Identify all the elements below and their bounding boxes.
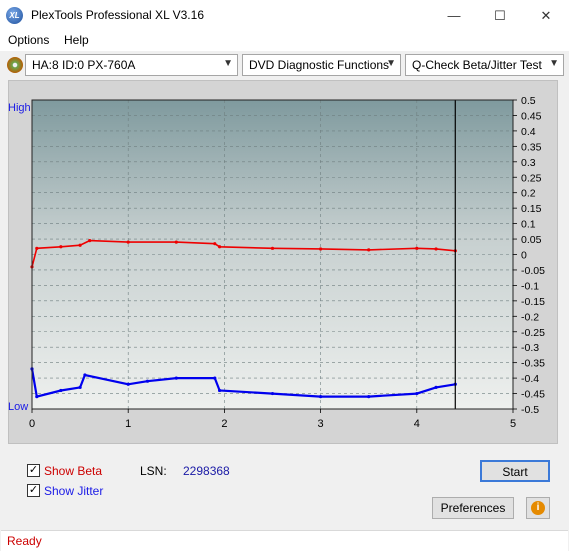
y-tick-label: -0.05	[521, 265, 545, 277]
series-point-1	[174, 376, 178, 380]
x-tick-label: 1	[125, 418, 131, 430]
y-tick-label: 0.15	[521, 203, 542, 215]
y-tick-label: 0.5	[521, 95, 536, 107]
series-point-0	[59, 245, 63, 249]
y-tick-label: -0.5	[521, 404, 539, 416]
y-tick-label: 0.25	[521, 172, 542, 184]
y-tick-label: -0.2	[521, 311, 539, 323]
y-tick-label: -0.35	[521, 358, 545, 370]
series-point-0	[319, 247, 323, 251]
y-tick-label: 0.2	[521, 188, 536, 200]
beta-jitter-chart: High Low 0.50.450.40.350.30.250.20.150.1…	[8, 95, 545, 430]
series-point-1	[59, 388, 63, 393]
chart-grid	[31, 99, 514, 410]
series-point-0	[213, 242, 217, 246]
y-tick-label: 0.4	[521, 126, 536, 138]
show-jitter-label[interactable]: Show Jitter	[44, 484, 103, 498]
show-jitter-checkbox[interactable]: ✓	[27, 484, 40, 497]
preferences-button[interactable]: Preferences	[432, 497, 514, 519]
series-point-0	[367, 248, 371, 252]
status-bar: Ready	[1, 530, 568, 551]
x-axis-ticks: 0 1 2 3 4 5	[29, 409, 516, 430]
series-point-0	[217, 245, 222, 249]
lsn-value: 2298368	[183, 464, 230, 478]
x-tick-label: 4	[414, 418, 420, 430]
y-tick-label: -0.4	[521, 373, 539, 385]
series-point-0	[126, 240, 130, 244]
series-point-1	[83, 373, 87, 377]
lsn-label: LSN:	[140, 464, 167, 478]
x-tick-label: 5	[510, 418, 516, 430]
series-point-1	[270, 391, 275, 396]
info-button[interactable]: i	[526, 497, 550, 519]
status-text: Ready	[7, 534, 42, 548]
series-point-0	[434, 247, 438, 251]
low-label: Low	[8, 401, 28, 413]
series-point-1	[367, 395, 371, 399]
series-point-0	[88, 238, 92, 243]
series-point-0	[415, 246, 419, 250]
y-tick-label: 0.3	[521, 157, 536, 169]
series-point-1	[126, 382, 130, 386]
y-tick-label: -0.1	[521, 280, 539, 292]
series-point-0	[35, 246, 39, 250]
show-beta-label[interactable]: Show Beta	[44, 464, 102, 478]
y-tick-label: -0.15	[521, 296, 545, 308]
y-tick-label: -0.3	[521, 342, 539, 354]
y-tick-label: 0.35	[521, 141, 542, 153]
series-point-1	[415, 391, 419, 396]
series-point-1	[213, 376, 217, 380]
y-tick-label: 0.05	[521, 234, 542, 246]
x-tick-label: 2	[221, 418, 227, 430]
x-tick-label: 3	[318, 418, 324, 430]
series-point-1	[145, 379, 150, 383]
y-tick-label: 0	[521, 250, 527, 262]
series-point-0	[270, 246, 275, 250]
start-button[interactable]: Start	[480, 460, 550, 482]
y-axis-ticks: 0.5 0.45 0.4 0.35 0.3 0.25 0.2 0.15 0.1 0.05 0 -0.0…	[513, 95, 545, 416]
series-point-0	[78, 243, 82, 247]
series-point-0	[174, 240, 178, 244]
y-tick-label: 0.45	[521, 110, 542, 122]
show-beta-checkbox[interactable]: ✓	[27, 464, 40, 477]
series-point-1	[319, 395, 323, 399]
series-point-1	[78, 385, 82, 389]
info-icon: i	[531, 501, 545, 515]
series-point-1	[217, 388, 222, 393]
y-tick-label: -0.45	[521, 389, 545, 401]
y-tick-label: 0.1	[521, 219, 536, 231]
series-point-1	[35, 395, 39, 399]
x-tick-label: 0	[29, 418, 35, 430]
series-point-1	[434, 385, 438, 389]
y-tick-label: -0.25	[521, 327, 545, 339]
high-label: High	[8, 102, 31, 114]
